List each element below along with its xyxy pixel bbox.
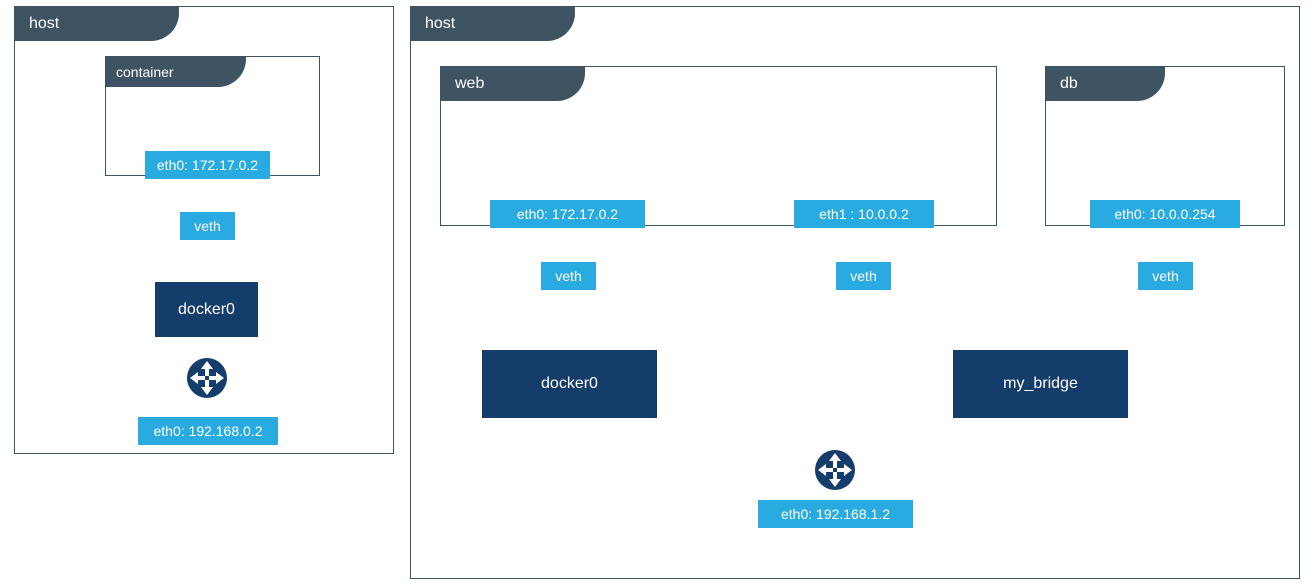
right-router-icon: [815, 450, 855, 490]
right-bridge-docker0-label: docker0: [541, 375, 598, 393]
right-host-label: host: [425, 15, 455, 32]
right-veth-3: veth: [1138, 262, 1193, 290]
right-veth-1: veth: [541, 262, 596, 290]
right-web-eth0: eth0: 172.17.0.2: [490, 200, 645, 228]
right-db-tab: db: [1046, 67, 1165, 101]
right-bridge-mybridge-label: my_bridge: [1003, 375, 1078, 393]
right-host-eth: eth0: 192.168.1.2: [758, 500, 913, 528]
right-db-label: db: [1060, 75, 1078, 92]
right-web-label: web: [455, 75, 484, 92]
right-db-eth0: eth0: 10.0.0.254: [1090, 200, 1240, 228]
right-host-tab: host: [411, 7, 575, 41]
right-bridge-mybridge: my_bridge: [953, 350, 1128, 418]
right-veth-2: veth: [836, 262, 891, 290]
right-web-eth1: eth1 : 10.0.0.2: [794, 200, 934, 228]
right-bridge-docker0: docker0: [482, 350, 657, 418]
right-web-tab: web: [441, 67, 585, 101]
